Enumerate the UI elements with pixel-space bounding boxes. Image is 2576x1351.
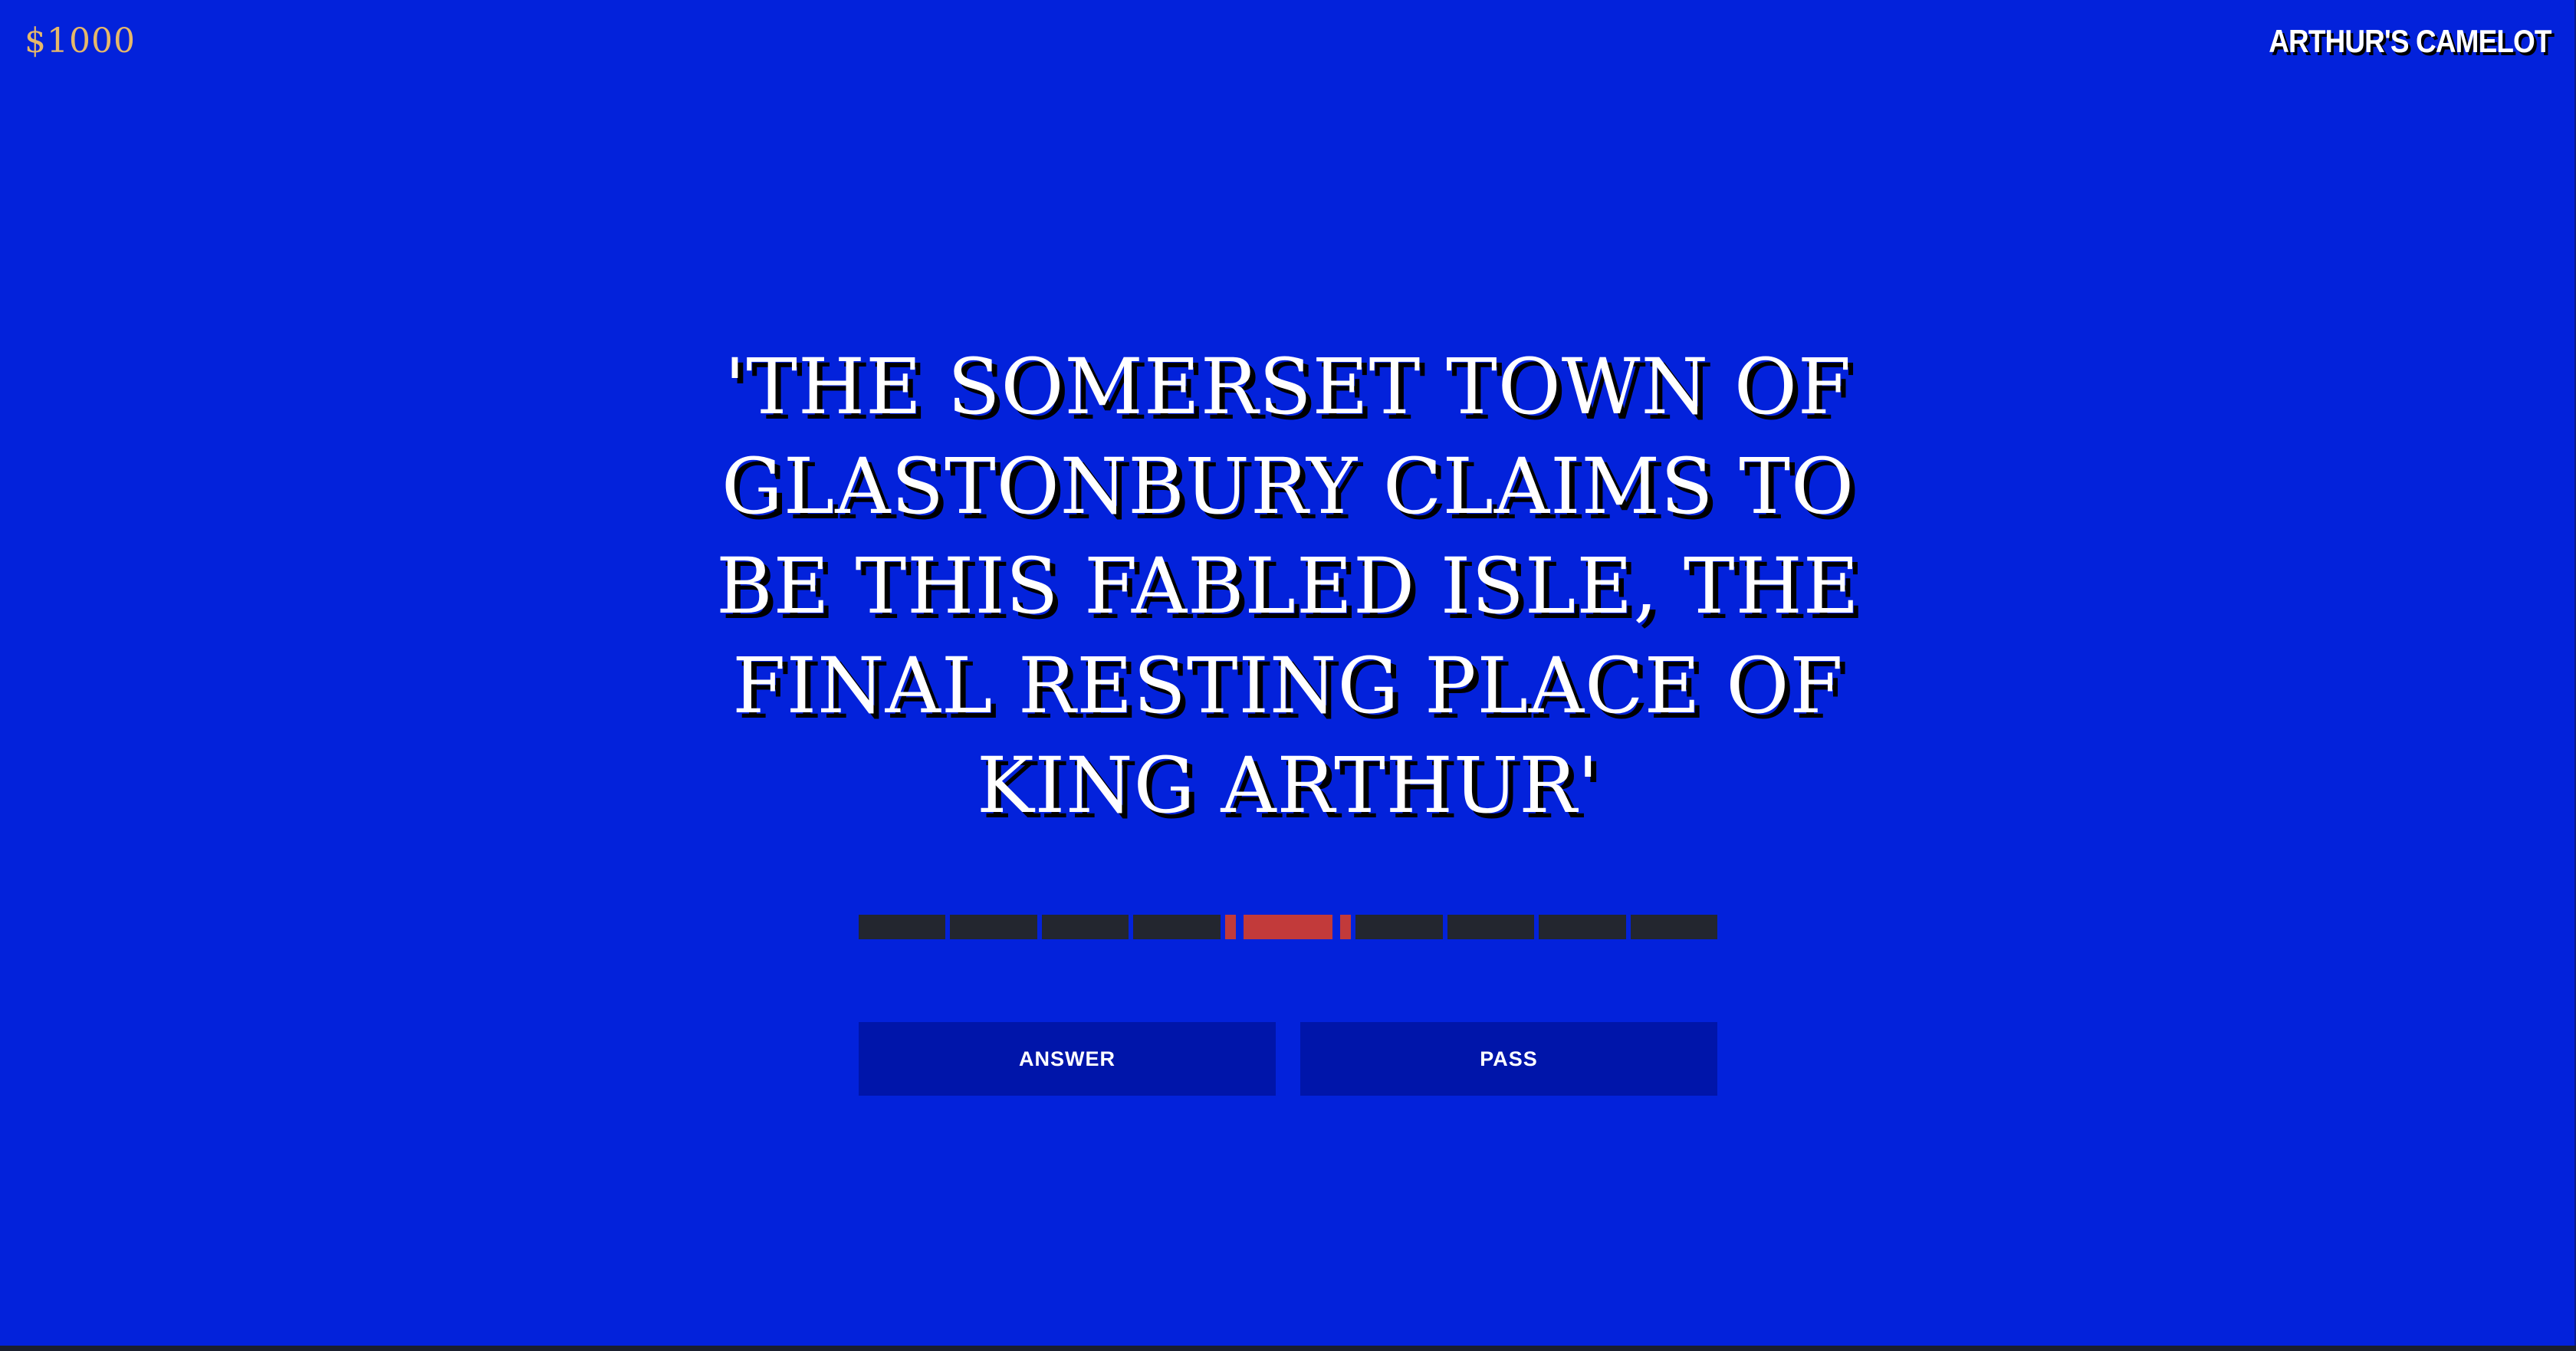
- timer-segment: [1041, 915, 1129, 939]
- timer-segment: [1630, 915, 1717, 939]
- game-board: $1000 ARTHUR'S CAMELOT 'THE SOMERSET TOW…: [0, 0, 2576, 1346]
- timer-segment: [1447, 915, 1535, 939]
- countdown-timer: [859, 915, 1717, 939]
- answer-button[interactable]: ANSWER: [859, 1022, 1276, 1096]
- timer-segment: [1133, 915, 1221, 939]
- timer-segment: [1539, 915, 1626, 939]
- timer-segment-active: [1224, 915, 1352, 939]
- timer-segment: [1355, 915, 1443, 939]
- bottom-edge: [0, 1346, 2576, 1351]
- timer-active-edge: [1340, 915, 1352, 939]
- clue-value: $1000: [25, 21, 136, 61]
- timer-active-edge: [1224, 915, 1236, 939]
- timer-segment: [950, 915, 1037, 939]
- timer-segment: [859, 915, 946, 939]
- category-title: ARTHUR'S CAMELOT: [2269, 23, 2552, 59]
- pass-button[interactable]: PASS: [1300, 1022, 1717, 1096]
- clue-text: 'THE SOMERSET TOWN OF GLASTONBURY CLAIMS…: [716, 342, 1860, 830]
- timer-active-core: [1243, 915, 1333, 939]
